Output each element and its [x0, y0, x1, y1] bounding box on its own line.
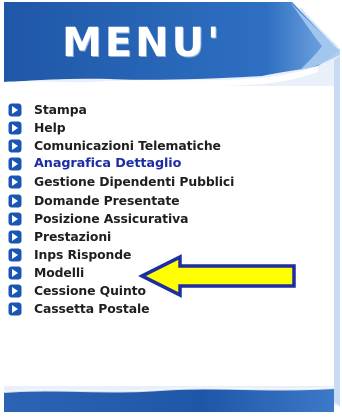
menu-item-stampa[interactable]: Stampa	[8, 101, 333, 119]
arrow-bullet-icon	[8, 284, 22, 298]
menu-item-comunicazioni-telematiche[interactable]: Comunicazioni Telematiche	[8, 137, 333, 155]
arrow-bullet-icon	[8, 121, 22, 135]
menu-frame: MENU' Stampa Help Comunicazioni Telemati…	[0, 0, 342, 417]
arrow-bullet-icon	[8, 194, 22, 208]
menu-item-gestione-dipendenti-pubblici[interactable]: Gestione Dipendenti Pubblici	[8, 173, 333, 191]
menu-item-anagrafica-dettaglio[interactable]: Anagrafica Dettaglio	[8, 155, 333, 173]
pointer-arrow-icon	[138, 254, 296, 298]
arrow-bullet-icon	[8, 103, 22, 117]
menu-item-label: Gestione Dipendenti Pubblici	[34, 174, 235, 190]
menu-item-label: Inps Risponde	[34, 246, 132, 262]
menu-item-label: Help	[34, 120, 66, 136]
menu-item-label: Domande Presentate	[34, 192, 180, 208]
arrow-bullet-icon	[8, 157, 22, 171]
menu-item-domande-presentate[interactable]: Domande Presentate	[8, 191, 333, 209]
menu-item-label: Cassetta Postale	[34, 301, 150, 317]
arrow-bullet-icon	[8, 175, 22, 189]
arrow-bullet-icon	[8, 139, 22, 153]
arrow-bullet-icon	[8, 248, 22, 262]
menu-item-help[interactable]: Help	[8, 119, 333, 137]
menu-title: MENU'	[62, 20, 223, 66]
menu-item-label: Stampa	[34, 102, 87, 118]
arrow-bullet-icon	[8, 230, 22, 244]
menu-item-posizione-assicurativa[interactable]: Posizione Assicurativa	[8, 210, 333, 228]
menu-item-label: Modelli	[34, 264, 85, 280]
menu-item-prestazioni[interactable]: Prestazioni	[8, 228, 333, 246]
menu-item-cassetta-postale[interactable]: Cassetta Postale	[8, 300, 333, 318]
arrow-bullet-icon	[8, 212, 22, 226]
arrow-bullet-icon	[8, 302, 22, 316]
menu-item-label: Anagrafica Dettaglio	[34, 156, 182, 172]
menu-item-label: Posizione Assicurativa	[34, 210, 189, 226]
menu-item-label: Prestazioni	[34, 228, 112, 244]
menu-item-label: Cessione Quinto	[34, 282, 146, 298]
arrow-bullet-icon	[8, 266, 22, 280]
menu-item-label: Comunicazioni Telematiche	[34, 138, 221, 154]
